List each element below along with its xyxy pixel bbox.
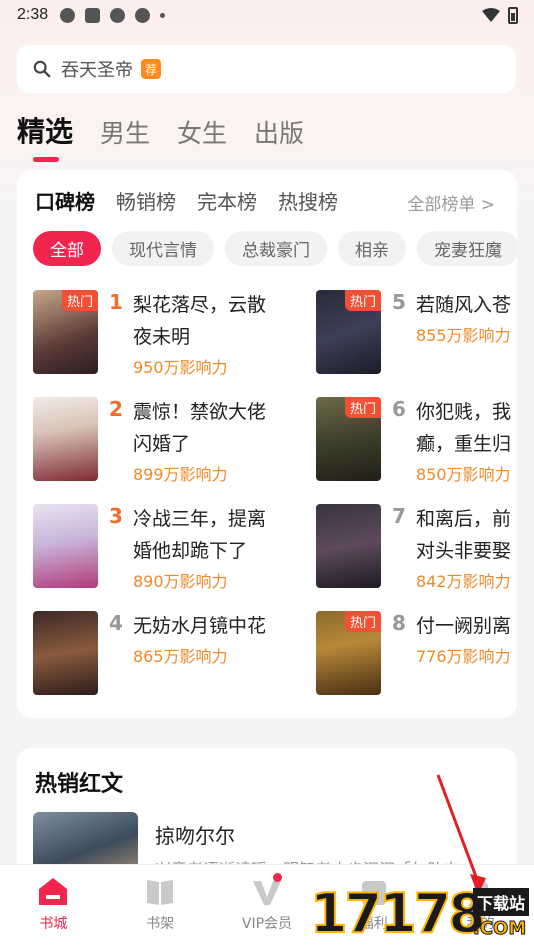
book-title: 梨花落尽，云散夜未明	[133, 294, 267, 348]
wifi-icon	[482, 8, 500, 22]
more-dot-icon	[160, 12, 166, 18]
all-ranks-link[interactable]: 全部榜单 >	[407, 190, 495, 215]
rank-number: 7	[392, 504, 406, 528]
rank-tab-reputation[interactable]: 口碑榜	[35, 186, 95, 215]
notification-icon	[135, 7, 151, 23]
hot-tag: 热门	[344, 397, 381, 418]
book-cover: 热门	[316, 397, 381, 481]
rank-number: 2	[109, 397, 123, 421]
book-title[interactable]: 掠吻尔尔	[155, 820, 235, 849]
bookstore-icon	[39, 878, 68, 905]
book-title: 冷战三年，提离婚他却跪下了	[133, 508, 267, 562]
book-title: 你犯贱，我癫，重生归	[416, 401, 512, 455]
nav-label: 书城	[39, 916, 68, 932]
hot-tag: 热门	[344, 611, 381, 632]
book-item[interactable]: 4 无妨水月镜中花 865万影响力	[33, 611, 266, 695]
rank-number: 5	[392, 290, 406, 314]
rank-number: 1	[109, 290, 123, 314]
book-title: 和离后，前对头非要娶	[416, 508, 512, 562]
book-item[interactable]: 热门 6 你犯贱，我癫，重生归 850万影响力	[316, 397, 516, 484]
book-cover	[316, 504, 381, 588]
book-influence: 890万影响力	[133, 572, 228, 591]
rank-number: 3	[109, 504, 123, 528]
tab-publish[interactable]: 出版	[254, 114, 304, 150]
watermark-number: 17178	[309, 881, 487, 946]
watermark-site: 下载站	[473, 888, 530, 916]
status-bar: 2:38	[0, 0, 534, 30]
rank-tab-trending[interactable]: 热搜榜	[278, 186, 338, 215]
chip-ceo[interactable]: 总裁豪门	[225, 231, 327, 266]
book-title: 无妨水月镜中花	[133, 615, 267, 637]
book-influence: 950万影响力	[133, 358, 228, 377]
book-title: 震惊！禁欲大佬闪婚了	[133, 401, 267, 455]
rank-tabs: 口碑榜 畅销榜 完本榜 热搜榜	[35, 186, 338, 215]
book-influence: 855万影响力	[416, 326, 511, 345]
book-cover: 热门	[316, 611, 381, 695]
book-item[interactable]: 热门 8 付一阙别离 776万影响力	[316, 611, 516, 695]
notification-icon	[60, 7, 76, 23]
book-influence: 899万影响力	[133, 465, 228, 484]
recommend-badge: 荐	[141, 59, 161, 79]
book-cover	[33, 504, 98, 588]
watermark-com: .COM	[472, 918, 527, 940]
rank-number: 6	[392, 397, 406, 421]
notification-icon	[110, 7, 126, 23]
chip-doting-husband[interactable]: 宠妻狂魔	[417, 231, 517, 266]
rank-tab-bestseller[interactable]: 畅销榜	[116, 186, 176, 215]
book-cover	[33, 611, 98, 695]
tab-male[interactable]: 男生	[100, 114, 150, 150]
book-influence: 850万影响力	[416, 465, 511, 484]
rank-tab-completed[interactable]: 完本榜	[197, 186, 257, 215]
rank-number: 4	[109, 611, 123, 635]
tab-featured[interactable]: 精选	[17, 110, 73, 162]
ranking-card: 口碑榜 畅销榜 完本榜 热搜榜 全部榜单 > 全部 现代言情 总裁豪门 相亲 宠…	[17, 170, 517, 718]
chip-all[interactable]: 全部	[33, 231, 101, 266]
rank-number: 8	[392, 611, 406, 635]
book-influence: 842万影响力	[416, 572, 511, 591]
chip-modern-romance[interactable]: 现代言情	[112, 231, 214, 266]
tab-female[interactable]: 女生	[177, 114, 227, 150]
nav-bookshelf[interactable]: 书架	[107, 865, 214, 950]
book-cover: 热门	[316, 290, 381, 374]
search-icon	[33, 60, 51, 78]
book-item[interactable]: 2 震惊！禁欲大佬闪婚了 899万影响力	[33, 397, 266, 484]
book-item[interactable]: 7 和离后，前对头非要娶 842万影响力	[316, 504, 516, 591]
status-time: 2:38	[17, 6, 49, 23]
book-title: 若随风入苍	[416, 294, 512, 316]
nav-label: 书架	[146, 916, 175, 932]
watermark: 17178 下载站 .COM	[305, 880, 534, 950]
book-influence: 865万影响力	[133, 647, 228, 666]
book-item[interactable]: 3 冷战三年，提离婚他却跪下了 890万影响力	[33, 504, 266, 591]
book-influence: 776万影响力	[416, 647, 511, 666]
notification-icon	[85, 7, 101, 23]
category-chips: 全部 现代言情 总裁豪门 相亲 宠妻狂魔	[33, 231, 517, 266]
nav-label: VIP会员	[241, 916, 293, 932]
section-title: 热销红文	[35, 772, 124, 797]
search-bar[interactable]: 吞天圣帝 荐	[17, 45, 516, 93]
hot-tag: 热门	[61, 290, 98, 311]
battery-icon	[508, 6, 518, 24]
hot-tag: 热门	[344, 290, 381, 311]
chip-blind-date[interactable]: 相亲	[338, 231, 406, 266]
book-title: 付一阙别离	[416, 615, 512, 637]
book-cover: 热门	[33, 290, 98, 374]
book-cover	[33, 397, 98, 481]
bookshelf-icon	[147, 880, 174, 905]
top-tabs: 精选 男生 女生 出版	[17, 110, 304, 162]
book-item[interactable]: 热门 5 若随风入苍 855万影响力	[316, 290, 516, 374]
book-item[interactable]: 热门 1 梨花落尽，云散夜未明 950万影响力	[33, 290, 266, 377]
search-query: 吞天圣帝	[61, 60, 133, 81]
nav-bookstore[interactable]: 书城	[0, 865, 107, 950]
